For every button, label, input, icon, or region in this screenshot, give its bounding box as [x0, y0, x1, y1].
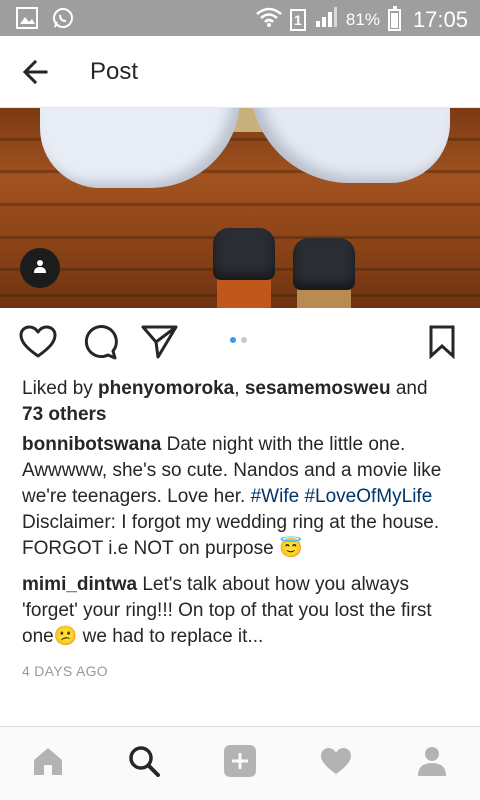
user-tag-button[interactable] [20, 248, 60, 288]
person-icon [32, 258, 48, 279]
like-button[interactable] [18, 325, 58, 364]
photo-bottle-right [293, 238, 355, 308]
bottom-nav [0, 726, 480, 800]
app-header: Post [0, 36, 480, 108]
caption-text: bonnibotswana Date night with the little… [22, 432, 462, 562]
comment-button[interactable] [80, 324, 120, 365]
nav-activity[interactable] [318, 745, 354, 781]
sim-slot-badge: 1 [289, 9, 306, 31]
save-button[interactable] [422, 325, 462, 364]
post-details: Liked by phenyomoroka, sesamemosweu and … [22, 376, 462, 684]
liker-link[interactable]: phenyomoroka [98, 378, 234, 399]
whatsapp-icon [52, 7, 74, 34]
home-icon [32, 746, 64, 781]
add-icon [223, 744, 257, 783]
nav-home[interactable] [30, 745, 66, 781]
photo-bottle-left [213, 228, 275, 308]
carousel-dot [241, 337, 247, 343]
nav-profile[interactable] [414, 745, 450, 781]
page-title: Post [90, 58, 139, 85]
comment-body: we had to replace it... [77, 626, 264, 647]
profile-icon [417, 746, 447, 781]
heart-icon [320, 747, 352, 780]
heart-outline-icon [19, 325, 57, 364]
caption-author-link[interactable]: bonnibotswana [22, 434, 161, 455]
share-button[interactable] [140, 324, 180, 365]
status-bar: 1 81% 17:05 [0, 0, 480, 36]
photo-leg-left [40, 108, 240, 188]
confused-emoji-icon: 😕 [53, 626, 78, 647]
likes-others-link[interactable]: 73 others [22, 404, 106, 425]
back-arrow-icon[interactable] [18, 54, 54, 90]
wifi-icon [256, 6, 282, 34]
nav-add[interactable] [222, 744, 258, 783]
liker-link[interactable]: sesamemosweu [245, 378, 391, 399]
clock: 17:05 [412, 7, 468, 32]
likes-separator: , [234, 378, 245, 399]
caption-body: Disclaimer: I forgot my wedding ring at … [22, 512, 440, 559]
carousel-indicator [230, 337, 247, 343]
signal-icon [314, 6, 338, 34]
nav-search[interactable] [126, 745, 162, 781]
battery-percent: 81% [345, 10, 380, 29]
bookmark-icon [428, 325, 456, 364]
hashtag-link[interactable]: #LoveOfMyLife [304, 486, 432, 507]
innocent-emoji-icon: 😇 [278, 538, 303, 559]
hashtag-link[interactable]: #Wife [251, 486, 300, 507]
comment-bubble-icon [82, 324, 118, 365]
comment: mimi_dintwa Let's talk about how you alw… [22, 572, 462, 650]
paper-plane-icon [141, 324, 179, 365]
post-timestamp: 4 DAYS AGO [22, 663, 108, 679]
search-icon [128, 745, 160, 782]
comment-author-link[interactable]: mimi_dintwa [22, 574, 137, 595]
post-action-bar [0, 308, 480, 378]
likes-and: and [390, 378, 428, 399]
gallery-icon [16, 7, 38, 34]
post-photo[interactable] [0, 108, 480, 308]
likes-prefix: Liked by [22, 378, 99, 399]
carousel-dot-active [230, 337, 236, 343]
battery-icon [387, 6, 401, 31]
likes-summary: Liked by phenyomoroka, sesamemosweu and … [22, 376, 462, 428]
